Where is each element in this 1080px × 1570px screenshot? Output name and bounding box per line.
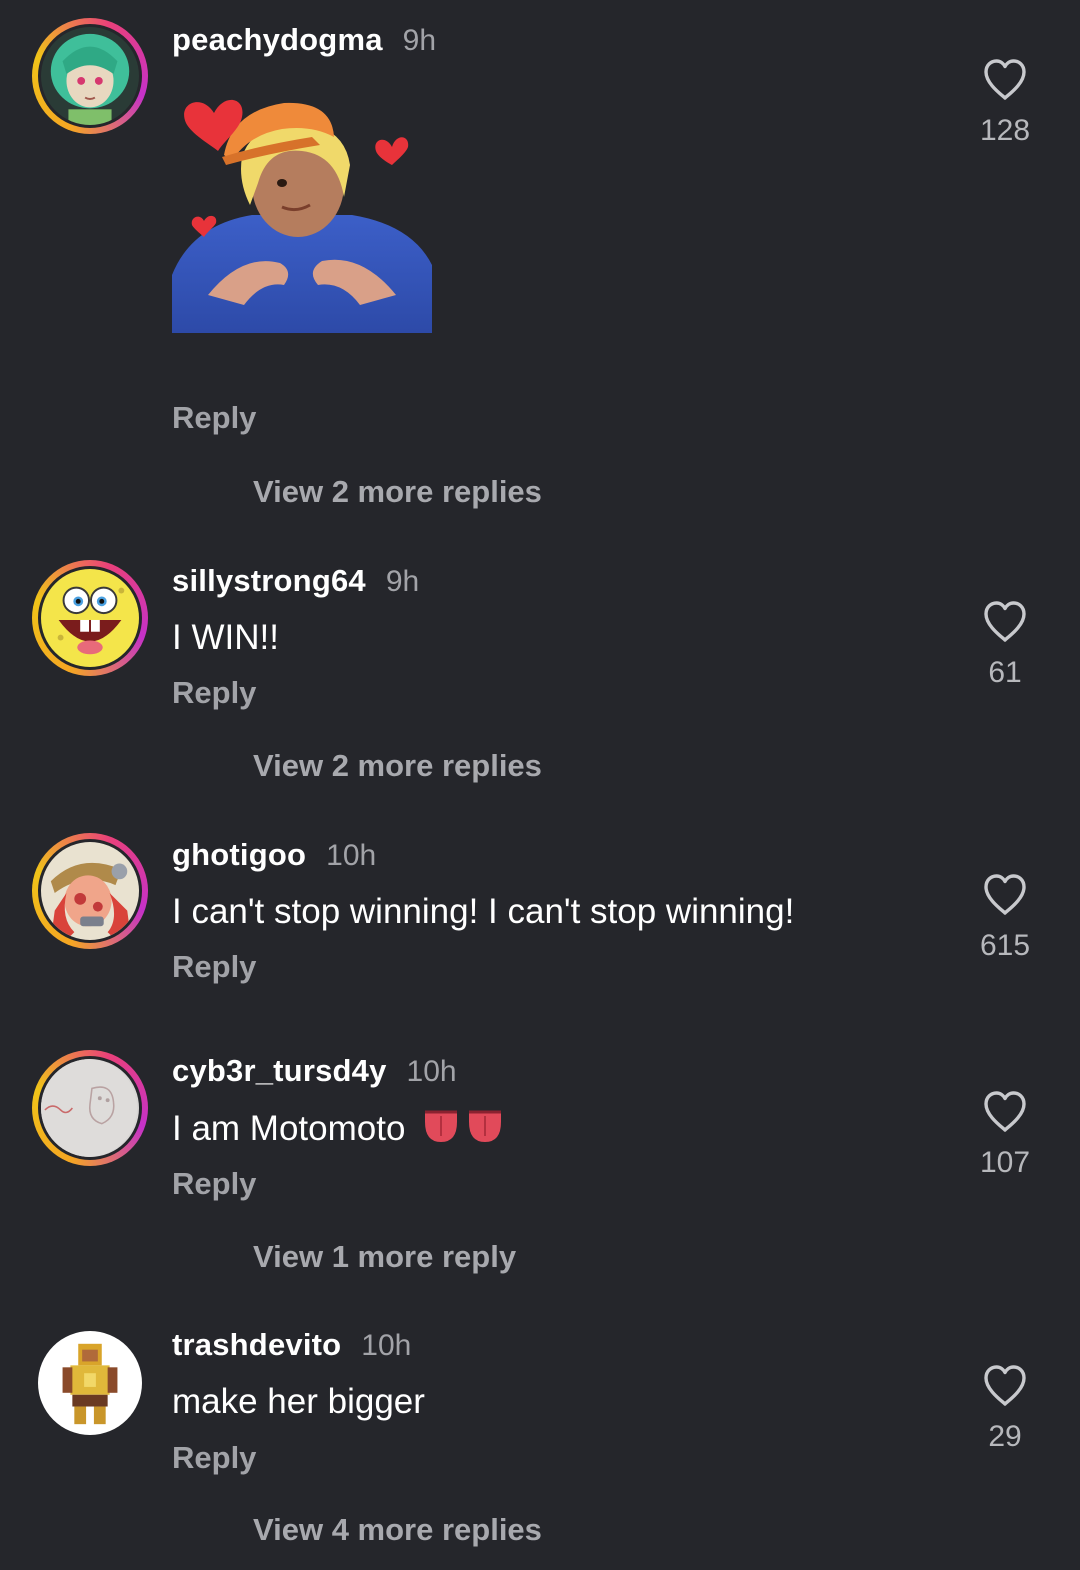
reply-button[interactable]: Reply [172, 1166, 256, 1202]
view-more-replies-button[interactable]: View 1 more reply [253, 1239, 516, 1275]
comment-text: I WIN!! [172, 618, 279, 657]
like-button[interactable]: 107 [965, 1090, 1045, 1180]
view-more-replies-button[interactable]: View 4 more replies [253, 1512, 542, 1548]
comment-text-row: I am Motomoto [172, 1108, 505, 1153]
like-button[interactable]: 128 [965, 58, 1045, 148]
like-count: 29 [988, 1420, 1022, 1453]
heart-outline-icon [984, 601, 1026, 642]
timestamp: 9h [385, 565, 420, 598]
comment-text: I am Motomoto [172, 1108, 406, 1148]
username[interactable]: cyb3r_tursd4y [172, 1053, 387, 1089]
like-button[interactable]: 61 [965, 600, 1045, 690]
like-button[interactable]: 29 [965, 1364, 1045, 1454]
like-count: 107 [979, 1146, 1031, 1179]
reply-button[interactable]: Reply [172, 1440, 256, 1476]
heart-outline-icon [984, 1365, 1026, 1406]
like-button[interactable]: 615 [965, 873, 1045, 963]
username[interactable]: peachydogma [172, 22, 383, 58]
username[interactable]: ghotigoo [172, 837, 306, 873]
heart-outline-icon [984, 59, 1026, 100]
sticker-image [172, 85, 432, 333]
like-count: 61 [988, 656, 1022, 689]
reply-button[interactable]: Reply [172, 675, 256, 711]
avatar[interactable] [32, 1050, 148, 1166]
avatar[interactable] [32, 560, 148, 676]
timestamp: 10h [361, 1329, 412, 1362]
reply-button[interactable]: Reply [172, 949, 256, 985]
timestamp: 10h [406, 1055, 457, 1088]
timestamp: 9h [402, 24, 437, 57]
like-count: 615 [979, 929, 1031, 962]
heart-outline-icon [984, 1091, 1026, 1132]
avatar[interactable] [32, 1325, 148, 1441]
timestamp: 10h [326, 839, 377, 872]
heart-outline-icon [984, 874, 1026, 915]
username[interactable]: sillystrong64 [172, 563, 366, 599]
avatar[interactable] [32, 18, 148, 134]
like-count: 128 [979, 114, 1031, 147]
view-more-replies-button[interactable]: View 2 more replies [253, 748, 542, 784]
comment-text: I can't stop winning! I can't stop winni… [172, 892, 795, 931]
view-more-replies-button[interactable]: View 2 more replies [253, 474, 542, 510]
tongue-emoji [423, 1108, 505, 1153]
avatar[interactable] [32, 833, 148, 949]
reply-button[interactable]: Reply [172, 400, 256, 436]
username[interactable]: trashdevito [172, 1327, 341, 1363]
comment-text: make her bigger [172, 1382, 425, 1421]
